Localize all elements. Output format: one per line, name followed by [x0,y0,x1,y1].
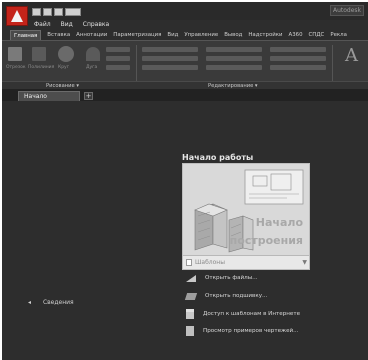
tab-view[interactable]: Вид [167,30,178,40]
sample-drawings-label[interactable]: Просмотр примеров чертежей... [203,328,298,334]
start-drawing-title-line1: Начало [255,216,303,229]
ribbon-panel: Отрезок Полилиния Круг Дуга A Рисование … [2,40,368,89]
stretch-tool-icon[interactable] [142,65,198,70]
autocad-logo-icon [11,10,23,22]
menu-bar: Файл Вид Справка [34,20,109,30]
circle-tool-label: Круг [58,65,70,70]
template-file-icon [186,259,192,266]
tab-addins[interactable]: Надстройки [248,30,282,40]
polyline-tool-label: Полилиния [28,65,55,70]
line-tool-label: Отрезок [6,65,26,70]
notifications-toggle[interactable]: ◂ Сведения [28,299,74,306]
templates-dropdown[interactable]: Шаблоны ▼ [183,255,309,269]
sample-drawings-icon [186,326,194,336]
copy-tool-icon[interactable] [142,56,198,61]
quick-access-toolbar [32,8,81,18]
open-files-label[interactable]: Открыть файлы... [205,275,258,281]
save-icon[interactable] [54,8,63,16]
online-templates-label[interactable]: Доступ к шаблонам в Интернете [203,311,300,317]
undo-icon[interactable] [65,8,81,16]
draw-small-tool-icon[interactable] [106,47,130,52]
new-tab-button[interactable]: + [84,92,93,100]
open-folder-icon [186,274,196,282]
chevron-left-icon: ◂ [28,299,32,306]
ribbon-panel-titles: Рисование ▾ Редактирование ▾ [2,81,368,89]
online-templates-link[interactable]: Доступ к шаблонам в Интернете [186,308,300,320]
menu-file[interactable]: Файл [34,20,51,30]
tab-featured[interactable]: Рекла [330,30,347,40]
title-bar: Autodesk [2,2,368,26]
draw-small-tool-icon[interactable] [106,56,130,61]
new-icon[interactable] [32,8,41,16]
circle-tool-icon[interactable] [58,46,74,62]
templates-label: Шаблоны [195,259,225,266]
notifications-label: Сведения [42,299,74,306]
tab-parametric[interactable]: Параметризация [113,30,161,40]
tab-manage[interactable]: Управление [184,30,218,40]
arc-tool-icon[interactable] [86,47,100,61]
tab-home[interactable]: Главная [10,30,42,40]
app-title: Autodesk [330,5,364,16]
scale-tool-icon[interactable] [206,65,262,70]
fillet-tool-icon[interactable] [270,56,326,61]
move-tool-icon[interactable] [142,47,198,52]
get-started-heading: Начало работы [182,153,254,162]
autocad-window: Autodesk Файл Вид Справка Главная Вставк… [2,2,368,360]
tab-spds[interactable]: СПДС [309,30,325,40]
open-sheet-set-label[interactable]: Открыть подшивку... [205,293,267,299]
open-icon[interactable] [43,8,52,16]
tab-insert[interactable]: Вставка [47,30,70,40]
open-files-link[interactable]: Открыть файлы... [186,272,258,284]
line-tool-icon[interactable] [8,47,22,61]
start-drawing-tile[interactable]: Начало построения Шаблоны ▼ [182,163,310,270]
panel-divider [136,45,137,85]
application-menu-button[interactable] [6,6,28,26]
ribbon-tabs: Главная Вставка Аннотации Параметризация… [2,30,368,40]
chevron-down-icon[interactable]: ▼ [302,256,307,269]
open-sheet-set-link[interactable]: Открыть подшивку... [184,290,267,302]
start-page: Начало работы Начало построения Шаблоны … [2,101,368,360]
arc-tool-label: Дуга [86,65,98,70]
tab-output[interactable]: Вывод [224,30,242,40]
trim-tool-icon[interactable] [270,47,326,52]
menu-view[interactable]: Вид [61,20,73,30]
polyline-tool-icon[interactable] [32,47,46,61]
tab-a360[interactable]: A360 [289,30,303,40]
array-tool-icon[interactable] [270,65,326,70]
online-templates-icon [186,309,194,319]
document-tabs: Начало + [2,89,368,101]
sample-drawings-link[interactable]: Просмотр примеров чертежей... [186,325,298,337]
tab-start[interactable]: Начало [18,91,80,101]
tab-annotate[interactable]: Аннотации [76,30,107,40]
rotate-tool-icon[interactable] [206,47,262,52]
menu-help[interactable]: Справка [83,20,109,30]
text-tool-icon[interactable]: A [345,45,358,66]
draw-small-tool-icon[interactable] [106,65,130,70]
mirror-tool-icon[interactable] [206,56,262,61]
start-drawing-title-line2: построения [229,234,303,247]
sheet-set-icon [184,292,198,300]
panel-divider [332,45,333,85]
